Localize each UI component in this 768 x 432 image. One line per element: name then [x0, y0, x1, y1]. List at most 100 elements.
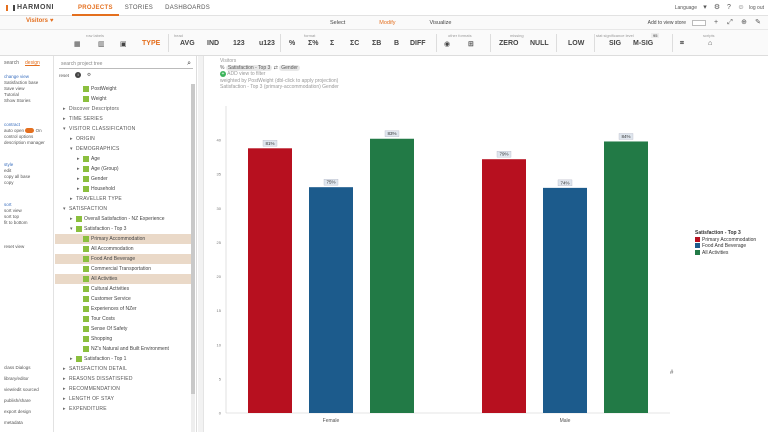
tree-variable-row[interactable]: Weight — [55, 94, 191, 104]
tree-variable-row[interactable]: Customer Service — [55, 294, 191, 304]
b-button[interactable]: B — [394, 40, 399, 47]
tree-variable-row[interactable]: Sense Of Safety — [55, 324, 191, 334]
add-view-store[interactable]: Add to view store — [648, 20, 686, 26]
show-stories-link[interactable]: Show Stories — [4, 98, 38, 104]
tree-group-row[interactable]: ▸ TIME SERIES — [55, 114, 191, 124]
user-icon[interactable]: ☺ — [737, 4, 745, 12]
sum-percent-button[interactable]: Σ% — [308, 40, 318, 47]
tree-group-row[interactable]: ▸ RECOMMENDATION — [55, 384, 191, 394]
script-icon[interactable]: ⌗ — [680, 40, 684, 48]
tab-search[interactable]: search — [4, 60, 19, 66]
nav-stories[interactable]: STORIES — [119, 0, 159, 16]
export-design-link[interactable]: export design — [4, 406, 39, 417]
zero-button[interactable]: ZERO — [499, 40, 518, 47]
tab-select[interactable]: Select — [330, 16, 345, 30]
info-icon[interactable]: i — [75, 72, 82, 78]
study-title[interactable]: Visitors ♥ — [26, 18, 53, 24]
bag-icon[interactable]: ▣ — [120, 40, 127, 48]
tree-variable-row[interactable]: ▸ Age — [55, 154, 191, 164]
nav-dashboards[interactable]: DASHBOARDS — [159, 0, 216, 16]
tree-variable-row[interactable]: ▸ Gender — [55, 174, 191, 184]
type-button[interactable]: TYPE — [142, 40, 160, 47]
tree-variable-row[interactable]: ▸ Household — [55, 184, 191, 194]
tree-group-row[interactable]: ▾ DEMOGRAPHICS — [55, 144, 191, 154]
ind-button[interactable]: IND — [207, 40, 219, 47]
tree-variable-row[interactable]: Commercial Transportation — [55, 264, 191, 274]
lock-icon[interactable]: ⌂ — [708, 40, 712, 47]
nav-projects[interactable]: PROJECTS — [72, 0, 119, 16]
null-button[interactable]: NULL — [530, 40, 549, 47]
tree-group-row[interactable]: ▸ EXPENDITURE — [55, 404, 191, 414]
view-edit-sourced-link[interactable]: view/edit sourced — [4, 384, 39, 395]
tree-variable-row[interactable]: Tour Costs — [55, 314, 191, 324]
logout-link[interactable]: log out — [749, 5, 764, 11]
tree-variable-row[interactable]: Cultural Activities — [55, 284, 191, 294]
class-dialogs-link[interactable]: class Dialogs — [4, 362, 39, 373]
clip-icon[interactable]: ⊞ — [468, 40, 474, 48]
tab-modify[interactable]: Modify — [379, 16, 395, 30]
tree-variable-row[interactable]: ▸ Age (Group) — [55, 164, 191, 174]
sum-b-button[interactable]: ΣB — [372, 40, 381, 47]
tree-variable-row[interactable]: ▸ Overall Satisfaction - NZ Experience — [55, 214, 191, 224]
tree-group-row[interactable]: ▾ VISITOR CLASSIFICATION — [55, 124, 191, 134]
sig-level-field[interactable]: 95 — [651, 33, 660, 38]
language-select[interactable]: Language — [675, 5, 697, 11]
m-sig-button[interactable]: M-SIG — [633, 40, 653, 47]
reset-tree-button[interactable]: reset — [59, 73, 69, 78]
copy-link[interactable]: copy — [4, 180, 30, 186]
reset-view-link[interactable]: reset view — [4, 244, 24, 250]
help-icon[interactable]: ? — [725, 4, 733, 12]
fit-bottom-link[interactable]: fit to bottom — [4, 220, 28, 226]
sum-c-button[interactable]: ΣC — [350, 40, 359, 47]
unweighted-count-button[interactable]: u123 — [259, 40, 275, 47]
view-store-select[interactable] — [692, 20, 706, 26]
tree-group-row[interactable]: ▾ SATISFACTION — [55, 204, 191, 214]
tree-variable-row[interactable]: All Activities — [55, 274, 191, 284]
tree-variable-row[interactable]: Primary Accommodation — [55, 234, 191, 244]
tree-variable-row[interactable]: ▸ Satisfaction - Top 1 — [55, 354, 191, 364]
tree-variable-row[interactable]: Experiences of NZer — [55, 304, 191, 314]
sum-button[interactable]: Σ — [330, 40, 334, 47]
tree-group-row[interactable]: ▸ Discover Descriptors — [55, 104, 191, 114]
tree-variable-row[interactable]: Shopping — [55, 334, 191, 344]
tree-group-row[interactable]: ▸ ORIGIN — [55, 134, 191, 144]
pin-icon[interactable]: ⊕ — [740, 19, 748, 27]
edit-icon[interactable]: ✎ — [754, 19, 762, 27]
harmoni-logo[interactable]: HARMONI — [6, 4, 72, 11]
cols-icon[interactable]: ▥ — [98, 40, 105, 48]
metadata-link[interactable]: metadata — [4, 417, 39, 428]
tree-group-row[interactable]: ▸ TRAVELLER TYPE — [55, 194, 191, 204]
variable-icon — [76, 225, 82, 232]
settings-icon[interactable]: ⚙ — [713, 4, 721, 12]
tree-group-row[interactable]: ▸ SATISFACTION DETAIL — [55, 364, 191, 374]
tree-scrollbar[interactable] — [191, 84, 195, 432]
auto-open-toggle[interactable] — [25, 128, 35, 134]
search-input[interactable]: search project tree ⌕ — [59, 59, 193, 69]
diff-button[interactable]: DIFF — [410, 40, 426, 47]
sig-button[interactable]: SIG — [609, 40, 621, 47]
publish-share-link[interactable]: publish/share — [4, 395, 39, 406]
tree-variable-row[interactable]: All Accommodation — [55, 244, 191, 254]
tree-variable-row[interactable]: ▾ Satisfaction - Top 3 — [55, 224, 191, 234]
tab-visualize[interactable]: Visualize — [430, 16, 452, 30]
library-editor-link[interactable]: library/editor — [4, 373, 39, 384]
avg-button[interactable]: AVG — [180, 40, 195, 47]
rows-icon[interactable]: ▦ — [74, 40, 81, 48]
count-button[interactable]: 123 — [233, 40, 245, 47]
tree-variable-row[interactable]: NZ's Natural and Built Environment — [55, 344, 191, 354]
tree-group-row[interactable]: ▸ LENGTH OF STAY — [55, 394, 191, 404]
legend-item-all-activities[interactable]: All Activities — [695, 250, 756, 257]
scrollbar-thumb[interactable] — [191, 84, 195, 394]
description-manager-link[interactable]: description manager — [4, 140, 45, 146]
tree-group-row[interactable]: ▸ REASONS DISSATISFIED — [55, 374, 191, 384]
tree-variable-row[interactable]: PostWeight — [55, 84, 191, 94]
plus-icon[interactable]: + — [712, 19, 720, 27]
tab-design[interactable]: design — [25, 60, 40, 66]
low-button[interactable]: LOW — [568, 40, 584, 47]
expand-icon[interactable]: ⤢ — [726, 19, 734, 27]
tree-settings-icon[interactable]: ⚙ — [87, 72, 91, 78]
percent-button[interactable]: % — [289, 40, 295, 47]
eye-icon[interactable]: ◉ — [444, 40, 450, 48]
tree-variable-row[interactable]: Food And Beverage — [55, 254, 191, 264]
search-icon[interactable]: ⌕ — [187, 59, 191, 69]
